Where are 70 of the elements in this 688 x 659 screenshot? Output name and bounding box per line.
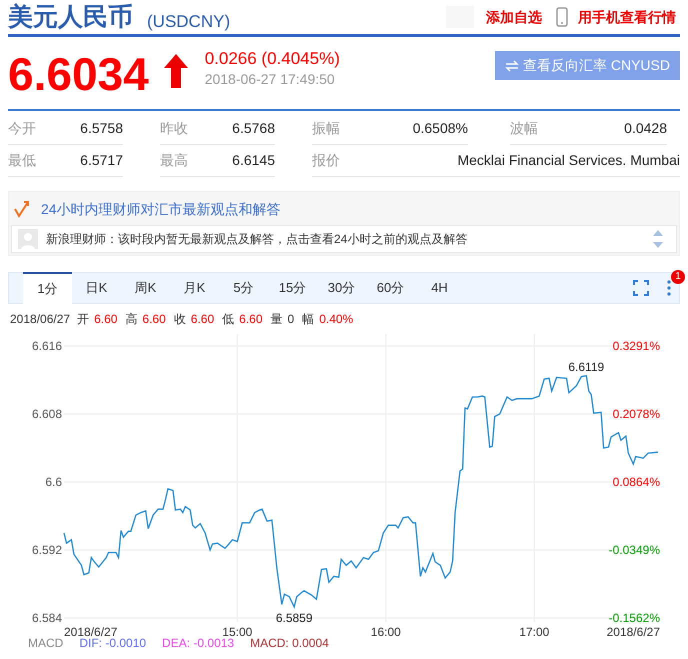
ohlc-label: 量	[270, 311, 282, 328]
more-icon[interactable]	[667, 280, 671, 296]
chart-tab[interactable]: 60分	[366, 273, 415, 303]
macd-label: DEA: -0.0013	[162, 637, 234, 649]
macd-label: MACD: 0.0004	[250, 637, 329, 649]
percent-label: -0.0349%	[608, 543, 660, 557]
advisor-title[interactable]: 24小时内理财师对汇市最新观点和解答	[41, 198, 281, 220]
quote-time: 2018-06-27 17:49:50	[204, 70, 336, 88]
macd-label: MACD	[28, 637, 64, 649]
percent-label: -0.1562%	[608, 611, 660, 625]
stat-label: 昨收	[160, 119, 188, 138]
ohlc-label: 高	[125, 311, 138, 328]
ohlc-value: 0	[288, 311, 294, 328]
ohlc-date: 2018/06/27	[10, 311, 70, 328]
percent-label: 0.2078%	[612, 407, 660, 421]
price-change: 0.0266 (0.4045%)	[204, 48, 340, 70]
ohlc-value: 6.60	[239, 311, 262, 328]
ohlc-value: 6.60	[94, 311, 118, 328]
axis-label: 6.592	[32, 543, 62, 557]
axis-label: 2018/6/27	[64, 625, 118, 639]
stat-value: 6.5758	[80, 119, 123, 138]
axis-label: 15:00	[222, 625, 252, 639]
stat-label: 报价	[312, 151, 340, 170]
macd-label: DIF: -0.0010	[79, 637, 146, 649]
stat-value: 6.6145	[232, 151, 275, 170]
axis-label: 6.608	[32, 407, 62, 421]
chart-tab[interactable]: 4H	[415, 273, 464, 303]
stat-label: 今开	[8, 119, 36, 138]
stat-value: 0.0428	[624, 119, 667, 138]
chart-tab[interactable]: 30分	[317, 273, 366, 303]
axis-label: 16:00	[370, 625, 401, 639]
axis-label: 2018/6/27	[606, 625, 660, 639]
stat-value: Mecklai Financial Services. Mumbai	[457, 151, 680, 170]
ohlc-label: 开	[77, 311, 90, 328]
ohlc-label: 幅	[302, 311, 314, 328]
stat-value: 0.6508%	[412, 119, 468, 138]
stat-label: 最低	[8, 151, 36, 170]
ohlc-label: 低	[222, 311, 234, 328]
phone-icon	[556, 7, 568, 27]
ohlc-value: 0.40%	[319, 311, 354, 328]
price: 6.6034	[8, 51, 149, 97]
chart-tab[interactable]: 1分	[23, 272, 72, 304]
action-link[interactable]: 添加自选	[486, 6, 542, 28]
ohlc-value: 6.60	[142, 311, 166, 328]
fullscreen-icon[interactable]	[633, 280, 649, 296]
stat-label: 振幅	[312, 119, 340, 138]
chart-tab[interactable]: 日K	[72, 273, 121, 303]
extreme-value-label: 6.6119	[568, 360, 604, 374]
axis-label: 17:00	[519, 625, 550, 639]
stat-value: 6.5768	[232, 119, 275, 138]
percent-label: 0.0864%	[612, 475, 660, 489]
chart-tab[interactable]: 15分	[268, 273, 317, 303]
ohlc-value: 6.60	[190, 311, 214, 328]
ohlc-label: 收	[174, 311, 186, 328]
notification-badge: 1	[671, 270, 685, 284]
action-link[interactable]: 用手机查看行情	[578, 6, 676, 28]
stat-label: 最高	[160, 151, 188, 170]
percent-label: 0.3291%	[612, 339, 660, 353]
extreme-value-label: 6.5859	[276, 610, 313, 625]
stat-value: 6.5717	[80, 151, 123, 170]
currency-code: (USDCNY)	[147, 13, 230, 30]
axis-label: 6.584	[32, 611, 62, 625]
page-title: 美元人民币	[8, 5, 133, 30]
chart-tab[interactable]: 5分	[219, 273, 268, 303]
swap-icon	[504, 60, 519, 72]
stat-label: 波幅	[510, 119, 538, 138]
axis-label: 6.616	[32, 339, 62, 353]
axis-label: 6.6	[45, 475, 62, 489]
chart-tab[interactable]: 月K	[170, 273, 219, 303]
chart-tab[interactable]: 周K	[121, 273, 170, 303]
